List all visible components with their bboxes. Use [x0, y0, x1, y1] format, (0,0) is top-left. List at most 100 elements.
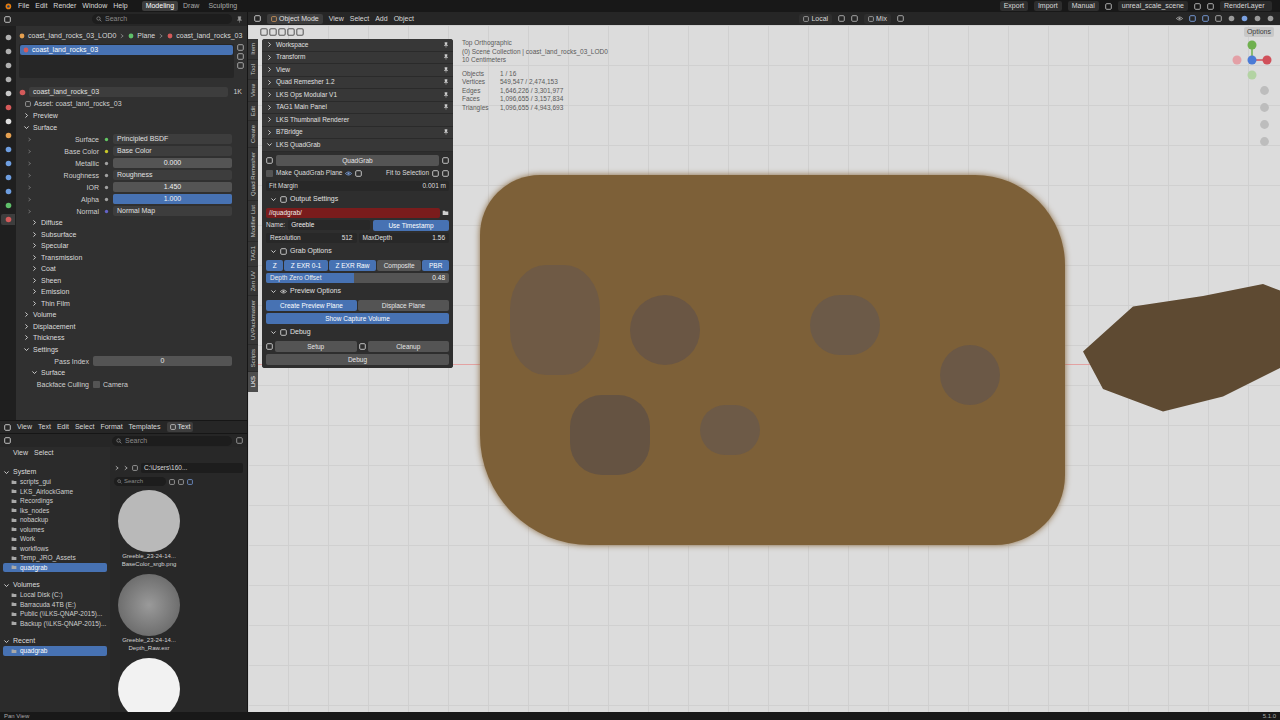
property-tab[interactable] [1, 130, 15, 141]
debug-button[interactable]: Debug [266, 354, 449, 365]
chevron-down-icon[interactable] [270, 248, 277, 255]
sidebar-item[interactable]: workflows [3, 544, 107, 554]
thumbnail-view-icon[interactable] [169, 479, 175, 485]
number-field[interactable]: 1.000 [113, 194, 232, 204]
chevron-right-icon[interactable] [266, 54, 273, 61]
menu-item[interactable]: Object [394, 14, 414, 24]
link-field[interactable]: Base Color [113, 146, 232, 156]
expand-icon[interactable] [27, 197, 32, 202]
select-subtract-icon[interactable] [278, 28, 286, 36]
resolution-field[interactable]: Resolution512 [266, 233, 357, 243]
chevron-down-icon[interactable] [31, 369, 38, 376]
workspace-tab[interactable]: Sculpting [204, 1, 241, 11]
panel-header[interactable]: Workspace [262, 39, 453, 52]
material-browse-icon[interactable] [19, 89, 26, 96]
socket-icon[interactable] [103, 196, 110, 203]
menu-item[interactable]: Format [100, 422, 122, 432]
sidebar-tab[interactable]: Edit [248, 102, 258, 120]
view-layer-selector[interactable]: RenderLayer [1220, 1, 1272, 11]
menu-item[interactable]: Edit [57, 422, 69, 432]
pin-icon[interactable] [236, 16, 243, 23]
panel-header[interactable]: Thin Film [19, 298, 244, 310]
viewport-canvas[interactable]: OptionsItemToolViewEditCreateQuad Remesh… [248, 25, 1280, 712]
menu-item[interactable]: Text [38, 422, 51, 432]
action-button[interactable]: Export [1000, 1, 1028, 11]
panel-header[interactable]: Volume [19, 309, 244, 321]
menu-item[interactable]: Select [75, 422, 94, 432]
property-tab[interactable] [1, 60, 15, 71]
chevron-down-icon[interactable] [270, 288, 277, 295]
filter-field[interactable]: Search [114, 477, 166, 486]
subpanel-header[interactable]: Grab Options [266, 245, 449, 258]
sidebar-item[interactable]: quadgrab [3, 646, 107, 656]
panel-header[interactable]: Displacement [19, 321, 244, 333]
menu-item[interactable]: View [17, 422, 32, 432]
show-capture-volume-toggle[interactable]: Show Capture Volume [266, 313, 449, 324]
chevron-right-icon[interactable] [23, 334, 30, 341]
pan-icon[interactable] [1259, 102, 1270, 113]
panel-header[interactable]: Transmission [19, 252, 244, 264]
socket-icon[interactable] [103, 160, 110, 167]
proportional-icon[interactable] [897, 15, 904, 22]
chevron-down-icon[interactable] [266, 141, 273, 148]
expand-icon[interactable] [27, 161, 32, 166]
property-tab[interactable] [1, 74, 15, 85]
subpanel-header[interactable]: Output Settings [266, 193, 449, 206]
panel-header[interactable]: Preview [19, 110, 244, 122]
pin-icon[interactable] [443, 129, 449, 135]
chevron-down-icon[interactable] [3, 469, 10, 476]
options-dropdown[interactable]: Options [1244, 27, 1274, 37]
chevron-down-icon[interactable] [23, 124, 30, 131]
chevron-right-icon[interactable] [266, 104, 273, 111]
preview-option-toggle[interactable]: Create Preview Plane [266, 300, 357, 311]
pivot-icon[interactable] [838, 15, 845, 22]
remove-slot-icon[interactable] [237, 53, 244, 60]
path-field[interactable]: C:\Users\160... [141, 463, 243, 473]
panel-header[interactable]: Transform [262, 52, 453, 65]
sidebar-item[interactable]: Public (\\LKS-QNAP-2015)... [3, 609, 107, 619]
socket-icon[interactable] [103, 184, 110, 191]
property-tab[interactable] [1, 88, 15, 99]
back-arrow-icon[interactable] [114, 465, 120, 471]
forward-arrow-icon[interactable] [123, 465, 129, 471]
menu-item[interactable]: Render [53, 1, 76, 11]
debug-action-button[interactable]: Setup [275, 341, 357, 352]
overlay-icon[interactable] [1202, 15, 1209, 22]
menu-item[interactable]: File [18, 1, 29, 11]
blender-logo-icon[interactable] [4, 2, 12, 10]
chevron-right-icon[interactable] [31, 242, 38, 249]
panel-header[interactable]: Subsurface [19, 229, 244, 241]
rock-mesh[interactable] [1083, 284, 1280, 434]
grab-option-toggle[interactable]: PBR [422, 260, 449, 271]
folder-icon[interactable] [442, 209, 449, 216]
sidebar-item[interactable]: volumes [3, 525, 107, 535]
link-field[interactable]: Normal Map [113, 206, 232, 216]
material-slot[interactable]: coast_land_rocks_03 [20, 45, 233, 55]
debug-action-button[interactable]: Cleanup [368, 341, 450, 352]
panel-header[interactable]: LKS Thumbnail Renderer [262, 114, 453, 127]
panel-header[interactable]: Coat [19, 263, 244, 275]
edit-icon[interactable] [442, 157, 449, 164]
scene-selector[interactable]: unreal_scale_scene [1118, 1, 1188, 11]
grab-option-toggle[interactable]: Z EXR Raw [329, 260, 376, 271]
sidebar-item[interactable]: Temp_JRO_Assets [3, 553, 107, 563]
chevron-down-icon[interactable] [3, 582, 10, 589]
socket-icon[interactable] [103, 136, 110, 143]
name-field[interactable]: Greeble [288, 220, 370, 230]
orientation-selector[interactable]: Local [799, 14, 832, 24]
sidebar-item[interactable]: Backup (\\LKS-QNAP-2015)... [3, 619, 107, 629]
refresh-icon[interactable] [132, 465, 138, 471]
sidebar-tab[interactable]: Modifier List [248, 201, 258, 241]
sort-icon[interactable] [178, 479, 184, 485]
chevron-right-icon[interactable] [266, 129, 273, 136]
chevron-down-icon[interactable] [270, 196, 277, 203]
chevron-right-icon[interactable] [23, 112, 30, 119]
section-header[interactable]: Volumes [3, 580, 107, 590]
menu-item[interactable]: Help [113, 1, 127, 11]
panel-header[interactable]: Emission [19, 286, 244, 298]
pivot-selector[interactable]: Mix [864, 14, 891, 24]
chevron-right-icon[interactable] [266, 79, 273, 86]
grab-option-toggle[interactable]: Composite [377, 260, 421, 271]
sidebar-tab[interactable]: Tool [248, 60, 258, 79]
visibility-icon[interactable] [1176, 15, 1183, 22]
